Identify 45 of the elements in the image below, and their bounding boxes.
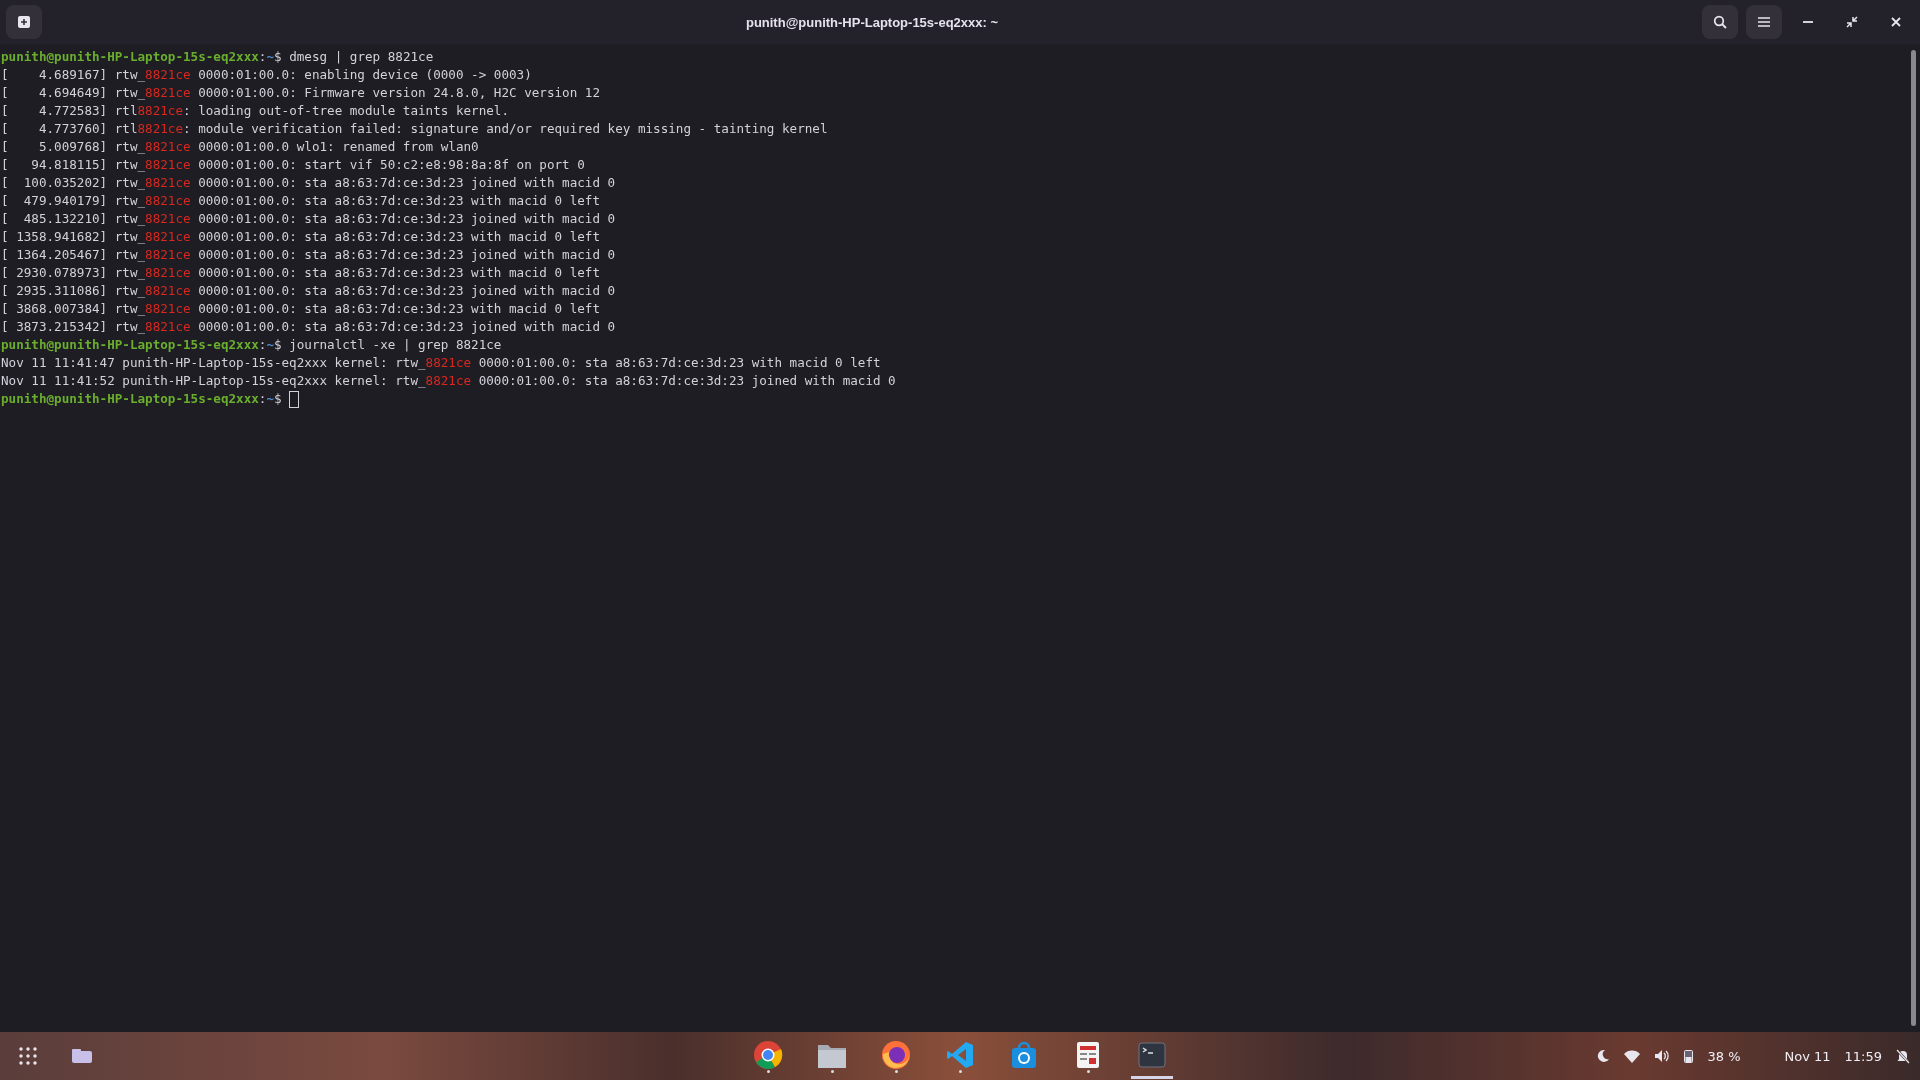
terminal-line: [ 4.773760] rtl8821ce: module verification failed: signature and/or required key missing - tainting kernel bbox=[1, 120, 828, 138]
browser-icon bbox=[753, 1039, 783, 1070]
terminal-line: punith@punith-HP-Laptop-15s-eq2xxx:~$ bbox=[1, 390, 283, 408]
volume-icon[interactable] bbox=[1654, 1049, 1671, 1063]
search-icon bbox=[1713, 15, 1727, 29]
terminal-line: [ 5.009768] rtw_8821ce 0000:01:00.0 wlo1: renamed from wlan0 bbox=[1, 138, 479, 156]
bell-muted-icon[interactable] bbox=[1896, 1048, 1910, 1064]
menu-icon bbox=[1757, 16, 1771, 28]
app-grid-icon bbox=[19, 1047, 37, 1065]
terminal-line: Nov 11 11:41:47 punith-HP-Laptop-15s-eq2xxx kernel: rtw_8821ce 0000:01:00.0: sta a8:63:7d:ce:3d:23 with macid 0 left bbox=[1, 354, 881, 372]
terminal-line: [ 2935.311086] rtw_8821ce 0000:01:00.0: sta a8:63:7d:ce:3d:23 joined with macid 0 bbox=[1, 282, 616, 300]
moon-icon[interactable] bbox=[1596, 1049, 1611, 1063]
terminal-line: [ 1364.205467] rtw_8821ce 0000:01:00.0: sta a8:63:7d:ce:3d:23 joined with macid 0 bbox=[1, 246, 616, 264]
terminal-line: [ 1358.941682] rtw_8821ce 0000:01:00.0: sta a8:63:7d:ce:3d:23 with macid 0 left bbox=[1, 228, 600, 246]
wifi-icon[interactable] bbox=[1624, 1049, 1641, 1063]
terminal-line: [ 4.689167] rtw_8821ce 0000:01:00.0: enabling device (0000 -> 0003) bbox=[1, 66, 532, 84]
close-icon bbox=[1891, 17, 1901, 27]
terminal-line: Nov 11 11:41:52 punith-HP-Laptop-15s-eq2xxx kernel: rtw_8821ce 0000:01:00.0: sta a8:63:7d:ce:3d:23 joined with macid 0 bbox=[1, 372, 896, 390]
terminal-line: punith@punith-HP-Laptop-15s-eq2xxx:~$ dmesg | grep 8821ce bbox=[1, 48, 434, 66]
terminal-line: [ 4.694649] rtw_8821ce 0000:01:00.0: Firmware version 24.8.0, H2C version 12 bbox=[1, 84, 600, 102]
terminal-icon bbox=[1138, 1041, 1166, 1068]
terminal-line: [ 4.772583] rtl8821ce: loading out-of-tree module taints kernel. bbox=[1, 102, 509, 120]
search-button[interactable] bbox=[1702, 5, 1738, 39]
battery-icon[interactable] bbox=[1684, 1049, 1694, 1063]
minimize-icon bbox=[1803, 21, 1813, 23]
terminal-line: [ 100.035202] rtw_8821ce 0000:01:00.0: sta a8:63:7d:ce:3d:23 joined with macid 0 bbox=[1, 174, 616, 192]
new-tab-icon bbox=[17, 15, 31, 29]
terminal-line: punith@punith-HP-Laptop-15s-eq2xxx:~$ journalctl -xe | grep 8821ce bbox=[1, 336, 502, 354]
terminal-line: [ 3873.215342] rtw_8821ce 0000:01:00.0: sta a8:63:7d:ce:3d:23 joined with macid 0 bbox=[1, 318, 616, 336]
new-tab-button[interactable] bbox=[6, 5, 42, 39]
menu-button[interactable] bbox=[1746, 5, 1782, 39]
window-title: punith@punith-HP-Laptop-15s-eq2xxx: ~ bbox=[744, 14, 1000, 30]
restore-icon bbox=[1846, 16, 1858, 28]
scrollbar-thumb[interactable] bbox=[1910, 50, 1916, 1026]
terminal-line: [ 3868.007384] rtw_8821ce 0000:01:00.0: sta a8:63:7d:ce:3d:23 with macid 0 left bbox=[1, 300, 600, 318]
terminal-line: [ 2930.078973] rtw_8821ce 0000:01:00.0: sta a8:63:7d:ce:3d:23 with macid 0 left bbox=[1, 264, 600, 282]
clock-date[interactable]: Nov 11 bbox=[1784, 1048, 1831, 1064]
document-icon bbox=[1076, 1040, 1100, 1069]
terminal-line: [ 94.818115] rtw_8821ce 0000:01:00.0: start vif 50:c2:e8:98:8a:8f on port 0 bbox=[1, 156, 585, 174]
terminal-line: [ 479.940179] rtw_8821ce 0000:01:00.0: sta a8:63:7d:ce:3d:23 with macid 0 left bbox=[1, 192, 600, 210]
clock-time[interactable]: 11:59 bbox=[1844, 1048, 1882, 1064]
shopping-bag-icon bbox=[1010, 1040, 1038, 1069]
battery-percent: 38 % bbox=[1707, 1048, 1741, 1064]
terminal-line: [ 485.132210] rtw_8821ce 0000:01:00.0: sta a8:63:7d:ce:3d:23 joined with macid 0 bbox=[1, 210, 616, 228]
code-editor-icon bbox=[946, 1040, 974, 1069]
